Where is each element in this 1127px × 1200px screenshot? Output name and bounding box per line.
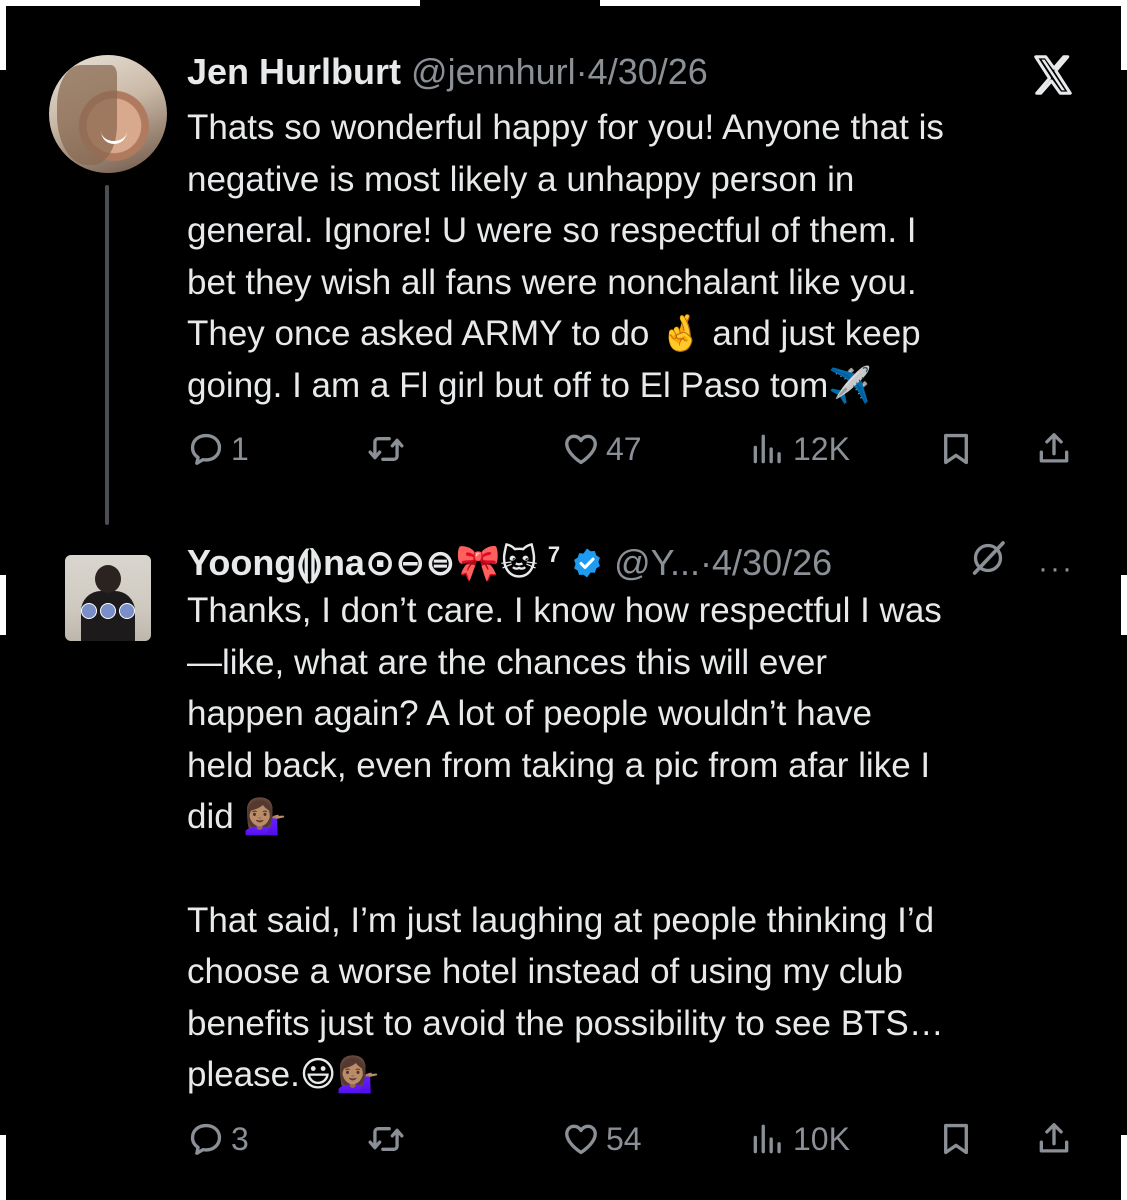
tweet1-reply-count: 1 — [231, 430, 249, 467]
tweet1-header: Jen Hurlburt @jennhurl·4/30/26 — [187, 50, 708, 94]
tweet1-views-button[interactable]: 12K — [749, 430, 850, 468]
avatar-dots-overlay — [65, 603, 151, 619]
avatar-dot — [100, 603, 116, 619]
avatar-hair-shape — [57, 65, 117, 165]
avatar-dot — [81, 603, 97, 619]
tweet1-display-name[interactable]: Jen Hurlburt — [187, 51, 401, 92]
frame-edge-bottom-left — [0, 1135, 6, 1200]
tweet1-reply-button[interactable]: 1 — [187, 430, 249, 468]
tweet2-repost-button[interactable] — [367, 1120, 411, 1158]
avatar-jen-hurlburt[interactable] — [49, 55, 167, 173]
frame-edge-right-top — [1121, 0, 1127, 70]
tweet1-like-button[interactable]: 47 — [562, 430, 642, 468]
tweet2-date[interactable]: 4/30/26 — [712, 542, 832, 583]
tweet2-separator: · — [700, 542, 713, 583]
frame-edge-right-mid — [1121, 575, 1127, 635]
avatar-head-shape — [95, 565, 121, 593]
tweet1-views-count: 12K — [793, 430, 850, 467]
tweet2-header: Yoong⟬⟭na⊙⊖⊜🎀🐱 7 @Y...·4/30/26 — [187, 533, 832, 585]
tweet1-share-button[interactable] — [1035, 430, 1073, 468]
reply-icon — [190, 433, 222, 465]
share-icon — [1039, 433, 1069, 463]
tweet1-like-count: 47 — [606, 430, 642, 467]
tweet1-text: Thats so wonderful happy for you! Anyone… — [187, 108, 944, 405]
frame-edge-top-left — [0, 0, 6, 70]
avatar-dot — [119, 603, 135, 619]
tweet2-actions: 3 54 10K — [187, 1120, 1077, 1164]
tweet2-like-count: 54 — [606, 1120, 642, 1157]
verified-badge-icon — [574, 548, 600, 578]
tweet2-views-button[interactable]: 10K — [749, 1120, 850, 1158]
x-logo-icon[interactable] — [1030, 52, 1076, 98]
tweet1-separator: · — [575, 51, 588, 92]
bookmark-icon — [944, 1123, 968, 1155]
tweet2-display-name[interactable]: Yoong⟬⟭na⊙⊖⊜🎀🐱 — [187, 542, 538, 583]
tweet2-views-count: 10K — [793, 1120, 850, 1157]
tweet2-like-button[interactable]: 54 — [562, 1120, 642, 1158]
frame-edge-top-bar-right — [600, 0, 1127, 6]
avatar-yoongna[interactable] — [65, 555, 151, 641]
thread-connector-line — [105, 185, 109, 525]
bookmark-icon — [944, 433, 968, 465]
more-icon[interactable]: ··· — [1038, 552, 1074, 586]
views-icon — [753, 434, 781, 464]
share-icon — [1039, 1123, 1069, 1153]
tweet2-reply-count: 3 — [231, 1120, 249, 1157]
tweet1-bookmark-button[interactable] — [937, 430, 975, 468]
tweet1-date[interactable]: 4/30/26 — [588, 51, 708, 92]
tweet2-badge-number: 7 — [547, 542, 561, 567]
grok-icon[interactable] — [968, 538, 1008, 578]
like-icon — [565, 434, 597, 465]
frame-edge-left-mid — [0, 575, 6, 635]
repost-icon — [368, 1127, 404, 1151]
tweet2-share-button[interactable] — [1035, 1120, 1073, 1158]
frame-edge-bottom-right — [1121, 1135, 1127, 1200]
like-icon — [565, 1124, 597, 1155]
tweet2-bookmark-button[interactable] — [937, 1120, 975, 1158]
repost-icon — [368, 437, 404, 461]
frame-edge-top-bar — [0, 0, 420, 6]
tweet1-handle[interactable]: @jennhurl — [411, 51, 576, 92]
views-icon — [753, 1124, 781, 1154]
tweet1-actions: 1 47 12K — [187, 430, 1077, 474]
tweet2-reply-button[interactable]: 3 — [187, 1120, 249, 1158]
tweet2-handle[interactable]: @Y... — [614, 542, 700, 583]
tweet2-text: Thanks, I don’t care. I know how respect… — [187, 591, 944, 1095]
reply-icon — [190, 1123, 222, 1155]
tweet1-repost-button[interactable] — [367, 430, 411, 468]
